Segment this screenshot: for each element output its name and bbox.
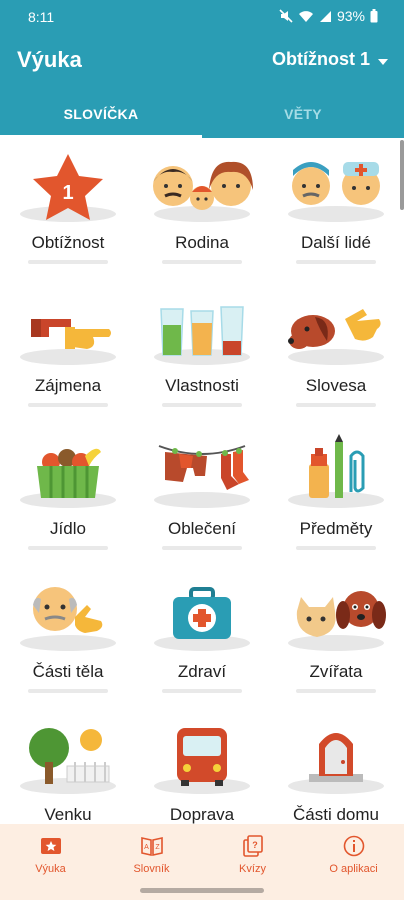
category-properties[interactable]: Vlastnosti <box>135 281 269 424</box>
wifi-icon <box>298 10 314 23</box>
category-verbs[interactable]: Slovesa <box>269 281 403 424</box>
objects-icon <box>288 434 384 508</box>
difficulty-label: Obtížnost 1 <box>272 49 370 69</box>
family-icon <box>153 161 253 222</box>
label-underline <box>162 546 242 550</box>
category-label: Vlastnosti <box>165 376 239 395</box>
body-parts-icon <box>20 587 116 651</box>
category-label: Zdraví <box>177 662 227 681</box>
lesson-icon <box>40 838 61 854</box>
category-pronouns[interactable]: Zájmena <box>1 281 135 424</box>
category-outdoors[interactable]: Venku <box>1 710 135 824</box>
home-indicator[interactable] <box>140 888 264 893</box>
star-badge-number: 1 <box>62 182 73 204</box>
label-underline <box>296 260 376 264</box>
nav-dictionary[interactable]: A Z Slovník <box>101 824 202 882</box>
info-icon <box>343 835 364 857</box>
clothesline-icon <box>154 445 250 508</box>
nav-quiz-label: Kvízy <box>239 863 266 875</box>
dictionary-icon: A Z <box>140 837 163 856</box>
category-food[interactable]: Jídlo <box>1 424 135 567</box>
category-label: Oblečení <box>167 519 237 538</box>
quiz-icon: ? <box>242 835 263 857</box>
dog-hand-icon <box>288 309 384 365</box>
people-icon <box>288 162 384 222</box>
app-bar: Výuka Obtížnost 1 <box>0 34 404 90</box>
nav-about[interactable]: O aplikaci <box>303 824 404 882</box>
nav-dictionary-label: Slovník <box>133 863 170 875</box>
tab-bar: SLOVÍČKA VĚTY <box>0 90 404 138</box>
category-health[interactable]: Zdraví <box>135 567 269 710</box>
status-time: 8:11 <box>28 9 55 25</box>
first-aid-kit-icon <box>154 587 250 651</box>
nav-about-label: O aplikaci <box>329 863 378 875</box>
chevron-down-icon <box>378 49 388 70</box>
bus-icon <box>154 728 250 794</box>
category-difficulty[interactable]: 1 Obtížnost <box>1 138 135 281</box>
label-underline <box>28 689 108 693</box>
category-house-parts[interactable]: Části domu <box>269 710 403 824</box>
label-underline <box>28 546 108 550</box>
battery-level: 93% <box>336 8 365 24</box>
category-objects[interactable]: Předměty <box>269 424 403 567</box>
tab-words-label: SLOVÍČKA <box>63 106 139 122</box>
tab-words[interactable]: SLOVÍČKA <box>0 90 202 138</box>
status-icons: 93% <box>279 8 378 24</box>
category-label: Zájmena <box>34 376 102 395</box>
category-animals[interactable]: Zvířata <box>269 567 403 710</box>
door-icon <box>288 733 384 794</box>
nav-quiz[interactable]: ? Kvízy <box>202 824 303 882</box>
tab-sentences[interactable]: VĚTY <box>202 90 404 138</box>
category-grid: 1 Obtížnost Rodina Další lidé Zájmena Vl… <box>0 138 404 824</box>
nav-lesson-label: Výuka <box>35 863 66 875</box>
category-label: Slovesa <box>305 376 367 395</box>
pointing-hands-icon <box>20 319 116 365</box>
glasses-icon <box>154 306 250 365</box>
category-label: Rodina <box>175 233 229 252</box>
label-underline <box>296 403 376 407</box>
category-transport[interactable]: Doprava <box>135 710 269 824</box>
label-underline <box>162 403 242 407</box>
tree-sun-icon <box>20 728 116 794</box>
nav-lesson[interactable]: Výuka <box>0 824 101 882</box>
page-title: Výuka <box>17 47 82 72</box>
category-label: Venku <box>44 805 92 824</box>
label-underline <box>28 260 108 264</box>
label-underline <box>296 689 376 693</box>
category-label: Jídlo <box>50 519 86 538</box>
mute-icon <box>279 9 293 23</box>
gesture-bar <box>0 882 404 900</box>
label-underline <box>162 689 242 693</box>
difficulty-dropdown[interactable]: Obtížnost 1 <box>272 49 388 70</box>
scrollbar[interactable] <box>400 140 404 210</box>
category-clothes[interactable]: Oblečení <box>135 424 269 567</box>
label-underline <box>162 260 242 264</box>
label-underline <box>28 403 108 407</box>
category-label: Další lidé <box>301 233 371 252</box>
category-label: Zvířata <box>309 662 363 681</box>
label-underline <box>296 546 376 550</box>
bottom-navigation: Výuka A Z Slovník ? Kvízy O aplikaci <box>0 824 404 882</box>
svg-text:?: ? <box>252 840 258 850</box>
category-label: Části těla <box>32 662 104 681</box>
svg-text:Z: Z <box>155 844 160 851</box>
signal-icon <box>319 10 332 23</box>
tab-sentences-label: VĚTY <box>284 106 322 122</box>
star-badge-icon: 1 <box>20 154 116 222</box>
food-basket-icon <box>20 448 116 508</box>
category-other-people[interactable]: Další lidé <box>269 138 403 281</box>
category-label: Obtížnost <box>31 233 105 252</box>
category-label: Doprava <box>169 805 235 824</box>
animals-icon <box>288 591 386 651</box>
category-label: Části domu <box>293 805 379 824</box>
category-label: Předměty <box>299 519 373 538</box>
category-body-parts[interactable]: Části těla <box>1 567 135 710</box>
category-family[interactable]: Rodina <box>135 138 269 281</box>
battery-icon <box>370 9 378 23</box>
status-bar: 8:11 93% <box>0 0 404 34</box>
svg-text:A: A <box>144 844 149 851</box>
